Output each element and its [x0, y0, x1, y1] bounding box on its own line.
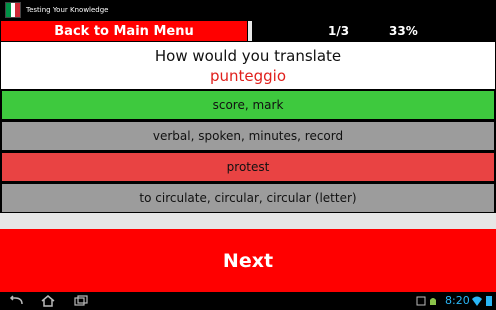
back-icon[interactable] [8, 295, 24, 307]
progress-panel: 1/3 33% [252, 21, 496, 41]
score-percent: 33% [389, 24, 418, 38]
next-button[interactable]: Next [0, 229, 496, 292]
clock: 8:20 [445, 294, 470, 307]
question-counter: 1/3 [328, 24, 350, 38]
recent-apps-icon[interactable] [73, 295, 89, 307]
app-titlebar: Testing Your Knowledge [0, 0, 496, 20]
battery-icon [486, 296, 492, 306]
question-prompt: How would you translate [154, 47, 342, 65]
gallery-icon [416, 296, 426, 306]
system-nav-bar: 8:20 [0, 292, 496, 310]
question-panel: How would you translate punteggio [1, 42, 495, 89]
android-icon [430, 298, 436, 305]
answer-option-1[interactable]: score, mark [2, 91, 494, 119]
answer-option-2[interactable]: verbal, spoken, minutes, record [2, 122, 494, 150]
italian-flag-icon [5, 2, 21, 18]
answer-option-3[interactable]: protest [2, 153, 494, 181]
app-title: Testing Your Knowledge [26, 6, 109, 14]
home-icon[interactable] [40, 295, 56, 307]
wifi-icon [472, 296, 482, 306]
question-word: punteggio [209, 67, 287, 85]
back-to-main-menu-button[interactable]: Back to Main Menu [1, 21, 247, 41]
top-bar: Back to Main Menu 1/3 33% [0, 21, 496, 41]
spacer [0, 213, 496, 229]
answer-option-4[interactable]: to circulate, circular, circular (letter… [2, 184, 494, 212]
